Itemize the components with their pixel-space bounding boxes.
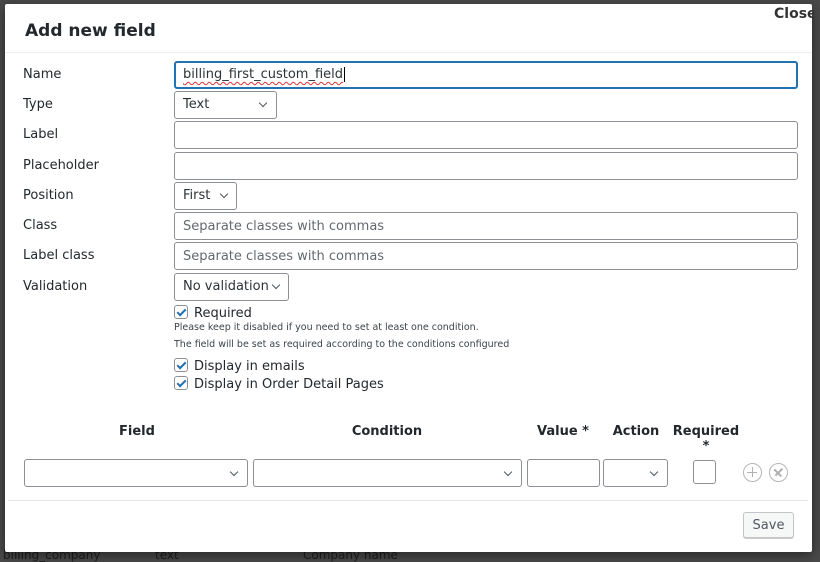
chevron-down-icon	[258, 98, 268, 108]
header-required: Required *	[672, 424, 740, 454]
add-condition-button[interactable]	[743, 463, 762, 482]
header-condition: Condition	[351, 424, 423, 439]
display-in-order-detail-row[interactable]: Display in Order Detail Pages	[174, 376, 384, 392]
placeholder-label: Placeholder	[23, 158, 99, 173]
display-in-emails-row[interactable]: Display in emails	[174, 358, 305, 374]
required-checkbox[interactable]	[174, 305, 188, 319]
close-button[interactable]: Close	[774, 6, 814, 22]
required-hint-1: Please keep it disabled if you need to s…	[174, 322, 479, 333]
position-label: Position	[23, 188, 74, 203]
type-row: Type Text	[23, 91, 798, 119]
chevron-down-icon	[219, 189, 229, 199]
position-select[interactable]: First	[174, 182, 237, 210]
display-in-order-detail-label: Display in Order Detail Pages	[194, 377, 384, 392]
position-value: First	[183, 188, 211, 203]
label-class-row: Label class	[23, 242, 798, 270]
type-label: Type	[23, 97, 53, 112]
label-class-label: Label class	[23, 248, 95, 263]
required-checkbox-row[interactable]: Required	[174, 305, 252, 321]
label-row: Label	[23, 121, 798, 149]
placeholder-row: Placeholder	[23, 152, 798, 180]
validation-select[interactable]: No validation	[174, 273, 289, 301]
modal-header: Add new field Close	[5, 4, 814, 53]
name-value: billing_first_custom_field	[183, 67, 344, 82]
name-row: Name billing_first_custom_field	[23, 61, 798, 89]
label-label: Label	[23, 127, 59, 142]
class-input[interactable]	[174, 212, 798, 240]
validation-row: Validation No validation	[23, 273, 798, 301]
chevron-down-icon	[503, 467, 513, 477]
save-button[interactable]: Save	[743, 512, 794, 538]
type-value: Text	[183, 97, 210, 112]
condition-required-checkbox[interactable]	[693, 460, 716, 484]
display-in-order-detail-checkbox[interactable]	[174, 376, 188, 390]
modal-title: Add new field	[25, 21, 156, 41]
validation-label: Validation	[23, 279, 88, 294]
chevron-down-icon	[649, 467, 659, 477]
class-row: Class	[23, 212, 798, 240]
label-class-input[interactable]	[174, 242, 798, 270]
required-hint-2: The field will be set as required accord…	[174, 339, 510, 350]
chevron-down-icon	[229, 467, 239, 477]
display-in-emails-checkbox[interactable]	[174, 358, 188, 372]
add-field-modal: Add new field Close Name billing_first_c…	[5, 4, 814, 552]
remove-condition-button[interactable]	[769, 463, 788, 482]
header-action: Action	[612, 424, 660, 439]
name-input[interactable]: billing_first_custom_field	[174, 61, 798, 89]
placeholder-input[interactable]	[174, 152, 798, 180]
name-label: Name	[23, 67, 62, 82]
condition-operator-select[interactable]	[253, 459, 522, 487]
footer-divider	[8, 500, 808, 501]
condition-action-select[interactable]	[603, 459, 668, 487]
chevron-down-icon	[271, 280, 281, 290]
condition-value-input[interactable]	[527, 459, 600, 487]
position-row: Position First	[23, 182, 798, 210]
class-label: Class	[23, 218, 58, 233]
validation-value: No validation	[183, 279, 269, 294]
header-field: Field	[119, 424, 155, 439]
display-in-emails-label: Display in emails	[194, 359, 305, 374]
condition-field-select[interactable]	[24, 459, 248, 487]
header-value: Value *	[537, 424, 589, 439]
required-checkbox-label: Required	[194, 306, 252, 321]
type-select[interactable]: Text	[174, 91, 277, 119]
label-input[interactable]	[174, 121, 798, 149]
